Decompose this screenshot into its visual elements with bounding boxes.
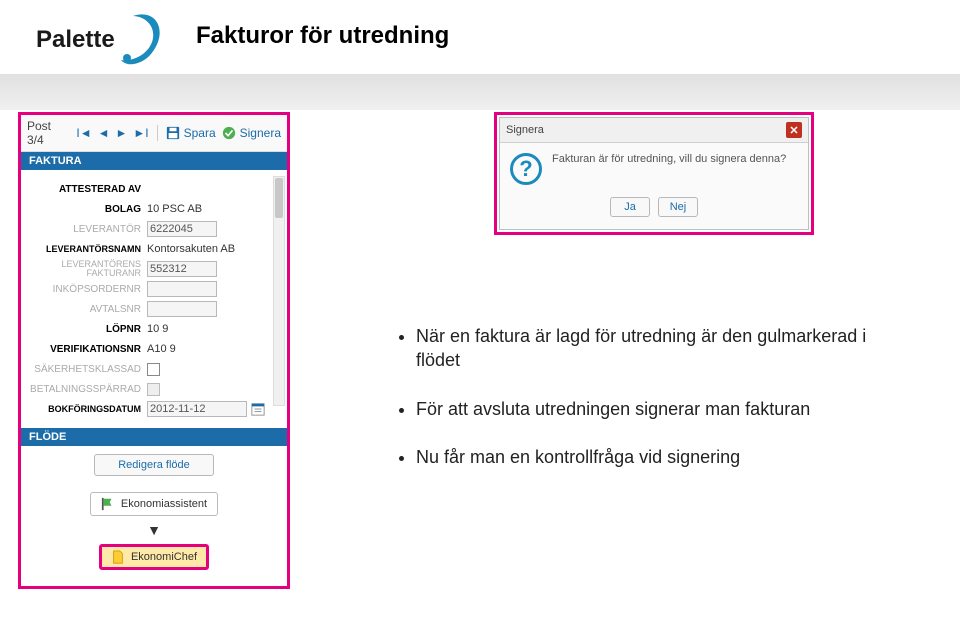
label-leverantorsnamn: LEVERANTÖRSNAMN — [25, 244, 147, 254]
logo-swirl-icon — [113, 10, 165, 70]
dialog-message: Fakturan är för utredning, vill du signe… — [552, 153, 786, 185]
toolbar: Post 3/4 I◄ ◄ ► ►I Spara Signera — [21, 115, 287, 152]
label-lopnr: LÖPNR — [25, 324, 147, 335]
calendar-icon[interactable] — [251, 402, 265, 416]
label-sakerhetsklassad: SÄKERHETSKLASSAD — [25, 364, 147, 375]
value-verifikationsnr: A10 9 — [147, 343, 176, 355]
no-button[interactable]: Nej — [658, 197, 698, 217]
save-button[interactable]: Spara — [166, 126, 216, 140]
value-bolag: 10 PSC AB — [147, 203, 202, 215]
flow-step-2: EkonomiChef — [99, 544, 209, 570]
edit-flow-button[interactable]: Redigera flöde — [94, 454, 214, 476]
explanation-bullets: När en faktura är lagd för utredning är … — [396, 324, 886, 493]
label-inkopsordernr: INKÖPSORDERNR — [25, 284, 147, 295]
check-icon — [222, 126, 236, 140]
invoice-panel: Post 3/4 I◄ ◄ ► ►I Spara Signera FAKTURA… — [18, 112, 290, 589]
close-icon[interactable]: ✕ — [786, 122, 802, 138]
nav-first-icon[interactable]: I◄ — [76, 126, 91, 140]
value-leverantorsnamn: Kontorsakuten AB — [147, 243, 235, 255]
nav-prev-icon[interactable]: ◄ — [98, 126, 110, 140]
confirm-dialog-wrap: Signera ✕ ? Fakturan är för utredning, v… — [494, 112, 814, 235]
input-inkopsordernr[interactable] — [147, 281, 217, 297]
arrow-down-icon: ▼ — [147, 522, 161, 538]
bullet-3: Nu får man en kontrollfråga vid signerin… — [416, 445, 886, 469]
dialog-title: Signera — [506, 124, 544, 136]
input-avtalsnr[interactable] — [147, 301, 217, 317]
scrollbar[interactable] — [273, 176, 285, 406]
label-avtalsnr: AVTALSNR — [25, 304, 147, 315]
question-icon: ? — [510, 153, 542, 185]
input-leverantor[interactable] — [147, 221, 217, 237]
label-lev-fakturanr: LEVERANTÖRENS FAKTURANR — [25, 260, 147, 278]
logo-text: Palette — [36, 26, 115, 54]
flag-green-icon — [101, 497, 115, 511]
page-title: Fakturor för utredning — [196, 22, 449, 50]
checkbox-betalningssparrad — [147, 383, 160, 396]
post-counter: Post 3/4 — [27, 119, 70, 147]
sign-button[interactable]: Signera — [222, 126, 281, 140]
label-attesterad: ATTESTERAD AV — [25, 184, 147, 195]
label-betalningssparrad: BETALNINGSSPÄRRAD — [25, 384, 147, 395]
label-leverantor: LEVERANTÖR — [25, 224, 147, 235]
bullet-2: För att avsluta utredningen signerar man… — [416, 397, 886, 421]
nav-last-icon[interactable]: ►I — [133, 126, 148, 140]
logo: Palette — [36, 10, 165, 70]
input-bokforingsdatum[interactable] — [147, 401, 247, 417]
confirm-dialog: Signera ✕ ? Fakturan är för utredning, v… — [499, 117, 809, 230]
nav-next-icon[interactable]: ► — [116, 126, 128, 140]
invoice-form: ATTESTERAD AV BOLAG 10 PSC AB LEVERANTÖR… — [21, 170, 287, 428]
disk-icon — [166, 126, 180, 140]
bullet-1: När en faktura är lagd för utredning är … — [416, 324, 886, 373]
scrollbar-thumb[interactable] — [275, 178, 283, 218]
checkbox-sakerhetsklassad[interactable] — [147, 363, 160, 376]
label-bokforingsdatum: BOKFÖRINGSDATUM — [25, 404, 147, 414]
flow-diagram: Ekonomiassistent ▼ EkonomiChef — [21, 486, 287, 586]
yes-button[interactable]: Ja — [610, 197, 650, 217]
section-header-faktura: FAKTURA — [21, 152, 287, 170]
value-lopnr: 10 9 — [147, 323, 168, 335]
section-header-flode: FLÖDE — [21, 428, 287, 446]
label-verifikationsnr: VERIFIKATIONSNR — [25, 344, 147, 355]
label-bolag: BOLAG — [25, 204, 147, 215]
document-yellow-icon — [111, 550, 125, 564]
input-lev-fakturanr[interactable] — [147, 261, 217, 277]
flow-step-1: Ekonomiassistent — [90, 492, 218, 516]
